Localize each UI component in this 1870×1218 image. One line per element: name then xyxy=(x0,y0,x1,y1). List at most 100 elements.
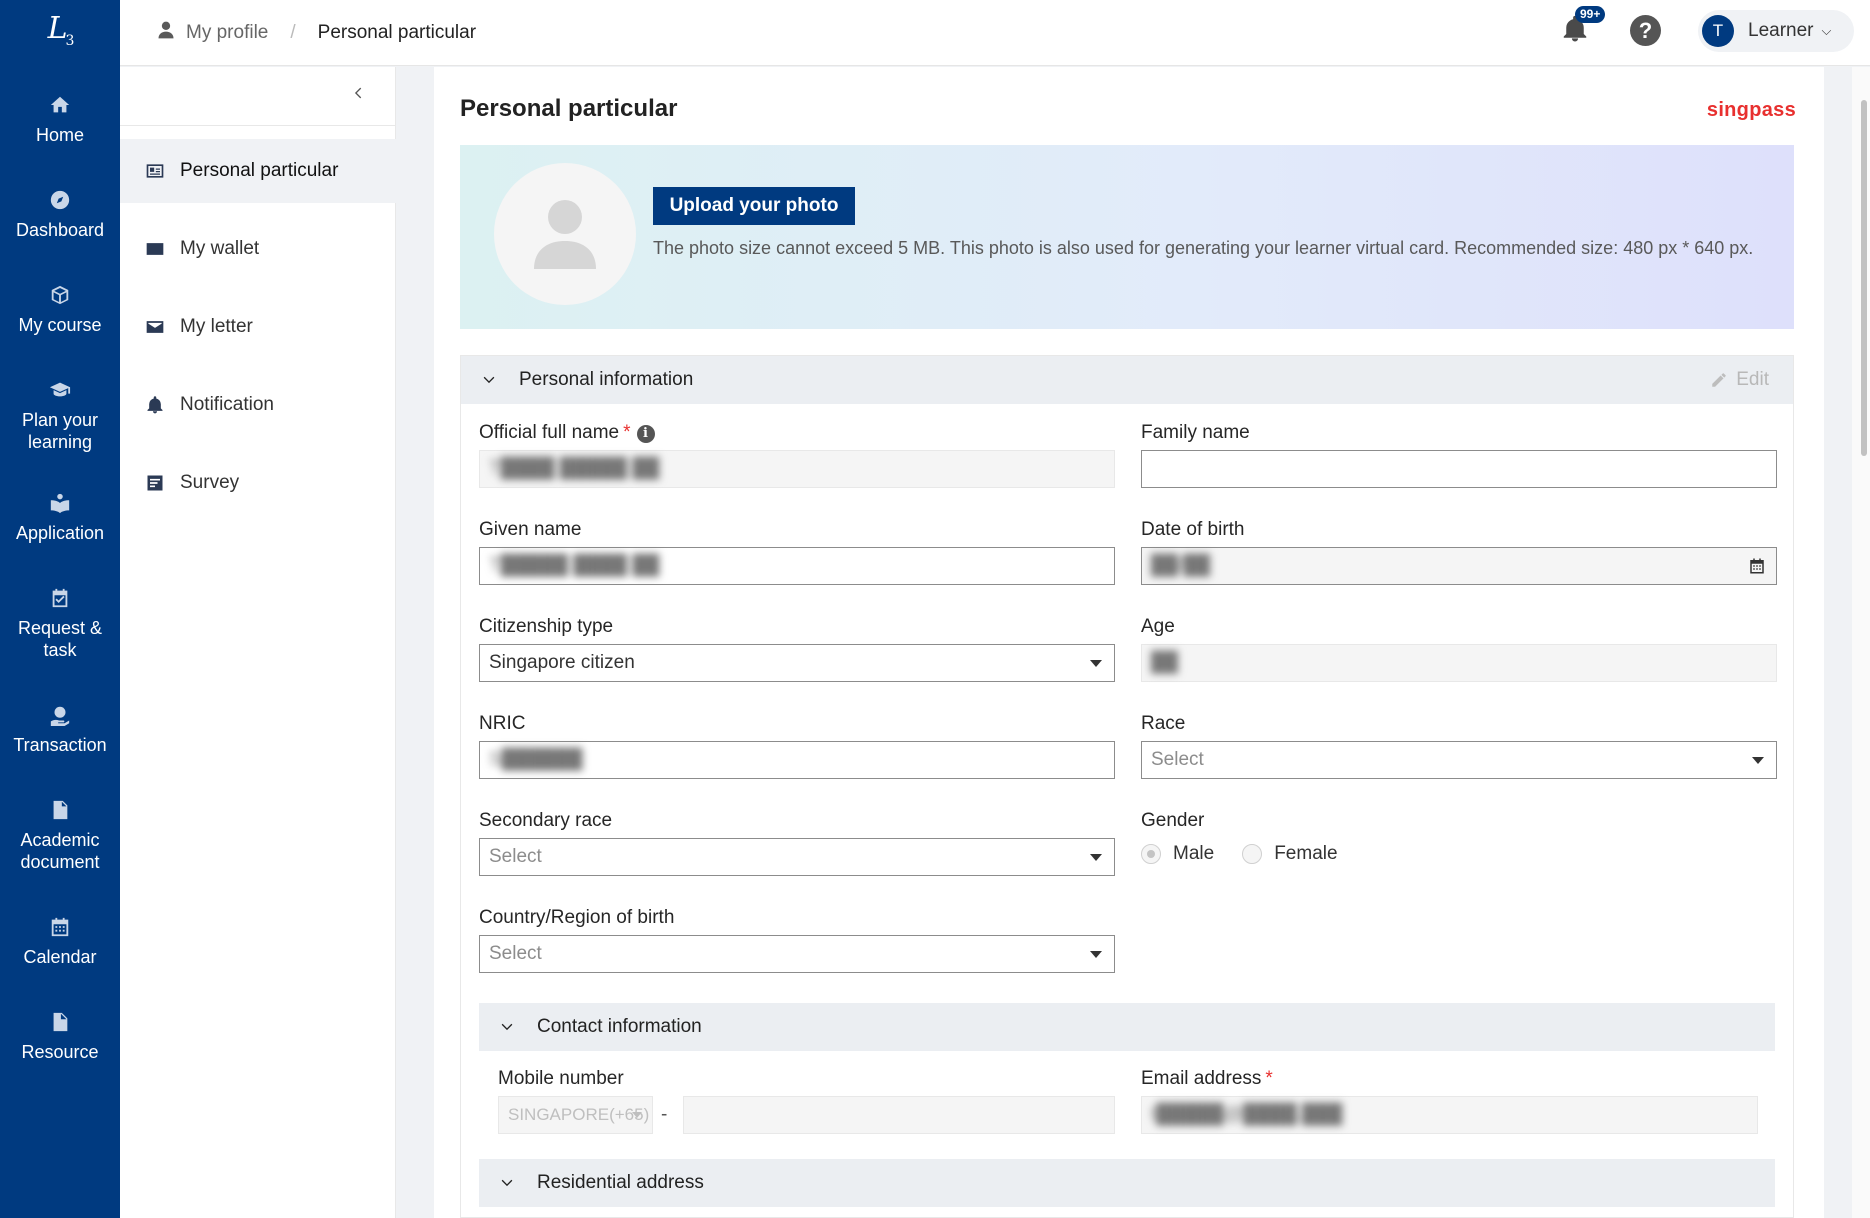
chevron-left-icon xyxy=(354,87,362,99)
race-select[interactable]: Select xyxy=(1141,741,1777,779)
top-bar: My profile / Personal particular 99+ ? T… xyxy=(120,0,1870,66)
edit-button[interactable]: Edit xyxy=(1710,369,1769,391)
country-of-birth-label: Country/Region of birth xyxy=(479,907,675,928)
nav-item-calendar[interactable]: Calendar xyxy=(0,914,120,968)
edit-label: Edit xyxy=(1736,369,1769,390)
gender-female-option[interactable]: Female xyxy=(1242,843,1338,865)
envelope-icon xyxy=(144,316,166,338)
nric-field[interactable]: S██████ xyxy=(479,741,1115,779)
race-label: Race xyxy=(1141,713,1186,734)
chevron-down-icon xyxy=(499,1175,515,1191)
collapse-sidebar-button[interactable] xyxy=(350,85,366,106)
required-mark: * xyxy=(1265,1068,1273,1089)
caret-down-icon xyxy=(1090,660,1102,667)
calendar-check-icon xyxy=(47,585,73,611)
cube-icon xyxy=(47,282,73,308)
nav-item-my-course[interactable]: My course xyxy=(0,282,120,336)
given-name-field[interactable]: T█████ ████ ██ xyxy=(479,547,1115,585)
section-title: Residential address xyxy=(537,1172,704,1193)
residential-address-header[interactable]: Residential address xyxy=(479,1159,1775,1207)
caret-down-icon xyxy=(1090,951,1102,958)
help-icon[interactable]: ? xyxy=(1630,15,1661,46)
nav-item-plan-your-learning[interactable]: Plan your learning xyxy=(0,377,120,453)
nav-item-application[interactable]: Application xyxy=(0,490,120,544)
nav-label: Academic document xyxy=(20,830,100,872)
subnav-item-my-letter[interactable]: My letter xyxy=(120,295,396,359)
money-hand-icon xyxy=(47,702,73,728)
subnav-item-personal-particular[interactable]: Personal particular xyxy=(120,139,396,203)
nav-label: Resource xyxy=(21,1042,99,1062)
subnav-label: Personal particular xyxy=(180,160,339,181)
survey-icon xyxy=(144,472,166,494)
nav-label: Request & task xyxy=(17,618,103,660)
info-icon[interactable]: i xyxy=(636,424,655,443)
scrollbar-thumb[interactable] xyxy=(1861,100,1867,456)
country-code-select[interactable]: SINGAPORE(+65) xyxy=(498,1096,653,1134)
section-title: Personal information xyxy=(519,369,694,390)
radio-female[interactable] xyxy=(1242,844,1263,864)
gender-male-option[interactable]: Male xyxy=(1141,843,1214,865)
pencil-icon xyxy=(1712,373,1726,387)
id-card-icon xyxy=(144,160,166,182)
nric-label: NRIC xyxy=(479,713,526,734)
country-of-birth-select[interactable]: Select xyxy=(479,935,1115,973)
date-of-birth-label: Date of birth xyxy=(1141,519,1245,540)
radio-male[interactable] xyxy=(1141,844,1161,864)
home-icon xyxy=(47,92,73,118)
gender-label: Gender xyxy=(1141,810,1205,831)
subnav-item-my-wallet[interactable]: My wallet xyxy=(120,217,396,281)
date-of-birth-field[interactable]: ██/██ xyxy=(1141,547,1777,585)
contact-information-header[interactable]: Contact information xyxy=(479,1003,1775,1051)
singpass-logo: singpass xyxy=(1706,99,1796,121)
pdf-file-icon xyxy=(47,797,73,823)
official-name-field[interactable]: T████ █████ ██ xyxy=(479,450,1115,488)
breadcrumb-separator: / xyxy=(290,22,296,43)
gender-radio-group: Male Female xyxy=(1141,843,1366,865)
caret-down-icon xyxy=(632,1112,642,1118)
citizenship-type-label: Citizenship type xyxy=(479,616,614,637)
file-icon xyxy=(47,1009,73,1035)
upload-photo-button[interactable]: Upload your photo xyxy=(653,187,855,225)
breadcrumb-current: Personal particular xyxy=(317,22,477,43)
subnav-item-survey[interactable]: Survey xyxy=(120,451,396,515)
nav-item-dashboard[interactable]: Dashboard xyxy=(0,187,120,241)
user-icon xyxy=(156,20,186,46)
age-field[interactable]: ██ xyxy=(1141,644,1777,682)
profile-sub-nav: Personal particular My wallet My letter … xyxy=(120,67,396,1218)
caret-down-icon xyxy=(1752,757,1764,764)
nav-item-academic-document[interactable]: Academic document xyxy=(0,797,120,873)
personal-information-header[interactable]: Personal information xyxy=(461,356,1793,404)
left-nav: L3 Home Dashboard My course Plan your le… xyxy=(0,0,120,1218)
official-name-label: Official full name * i xyxy=(479,422,655,444)
nav-label: Application xyxy=(15,523,105,543)
nav-item-transaction[interactable]: Transaction xyxy=(0,702,120,756)
section-title: Contact information xyxy=(537,1016,702,1037)
citizenship-type-select[interactable]: Singapore citizen xyxy=(479,644,1115,682)
app-logo[interactable]: L3 xyxy=(0,0,120,60)
photo-hint-text: The photo size cannot exceed 5 MB. This … xyxy=(653,238,1754,258)
user-menu[interactable]: T Learner ⌵ xyxy=(1698,10,1854,52)
nav-label: My course xyxy=(18,315,102,335)
age-label: Age xyxy=(1141,616,1175,637)
nav-item-resource[interactable]: Resource xyxy=(0,1009,120,1063)
email-address-label: Email address * xyxy=(1141,1068,1273,1089)
breadcrumb-my-profile[interactable]: My profile xyxy=(186,22,268,44)
mobile-number-field[interactable] xyxy=(683,1096,1115,1134)
user-name: Learner xyxy=(1748,20,1814,41)
calendar-icon[interactable] xyxy=(1748,557,1766,581)
breadcrumb: My profile / Personal particular xyxy=(156,20,476,46)
chevron-down-icon: ⌵ xyxy=(1821,23,1832,38)
nav-item-request-task[interactable]: Request & task xyxy=(0,585,120,661)
calendar-icon xyxy=(47,914,73,940)
family-name-field[interactable] xyxy=(1141,450,1777,488)
secondary-race-select[interactable]: Select xyxy=(479,838,1115,876)
divider xyxy=(120,125,396,126)
subnav-label: My wallet xyxy=(180,238,260,259)
photo-upload-banner: Upload your photo The photo size cannot … xyxy=(460,145,1794,329)
email-address-field[interactable]: t█████@████.███ xyxy=(1141,1096,1758,1134)
main-content: Personal particular singpass Upload your… xyxy=(434,67,1824,1218)
subnav-item-notification[interactable]: Notification xyxy=(120,373,396,437)
nav-label: Transaction xyxy=(13,735,107,755)
nav-item-home[interactable]: Home xyxy=(0,92,120,146)
nav-label: Plan your learning xyxy=(21,410,99,452)
